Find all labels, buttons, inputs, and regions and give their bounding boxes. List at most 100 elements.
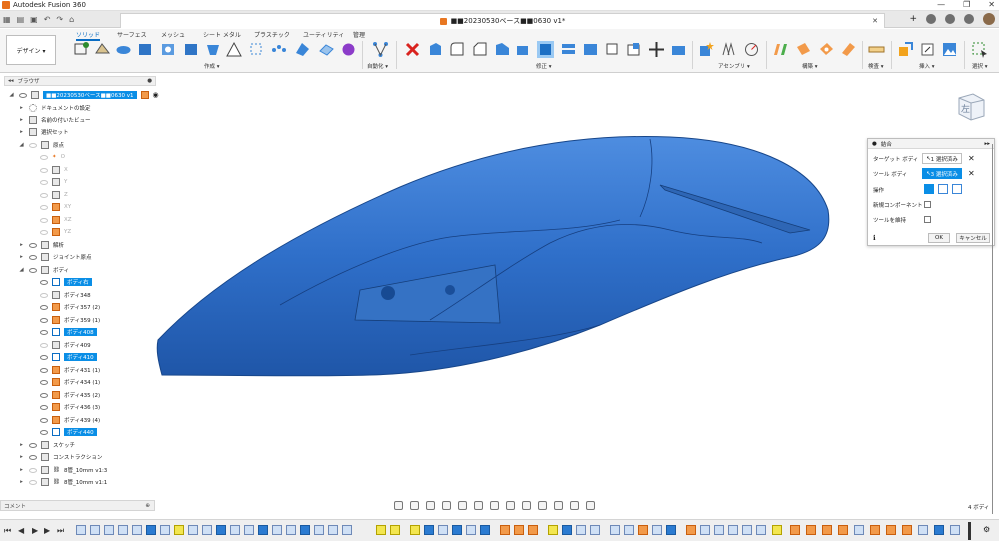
fillet-icon[interactable]: [449, 41, 466, 58]
visibility-eye-icon[interactable]: [40, 279, 48, 285]
keep-tools-checkbox[interactable]: [924, 216, 931, 223]
tool-body-selector[interactable]: ↖ 3 選択済み: [922, 168, 962, 179]
split-face-icon[interactable]: [582, 41, 599, 58]
effects-icon[interactable]: [570, 501, 579, 510]
visibility-eye-icon[interactable]: [40, 317, 48, 323]
box-icon[interactable]: [205, 41, 222, 58]
tab-mesh[interactable]: メッシュ: [161, 30, 185, 39]
vertical-scrollbar[interactable]: [990, 144, 995, 514]
move-copy-icon[interactable]: [648, 41, 665, 58]
group-insert[interactable]: 挿入 ▾: [919, 62, 935, 70]
visibility-eye-icon[interactable]: [40, 192, 48, 198]
timeline-feature[interactable]: [300, 525, 310, 535]
pcb-icon[interactable]: [340, 41, 357, 58]
visibility-eye-icon[interactable]: [40, 167, 48, 173]
timeline-feature[interactable]: [174, 525, 184, 535]
group-inspect[interactable]: 検査 ▾: [868, 62, 884, 70]
pin-icon[interactable]: ●: [147, 78, 152, 84]
timeline-marker[interactable]: [968, 522, 971, 540]
extrude-icon[interactable]: [115, 41, 132, 58]
timeline-forward-icon[interactable]: ▶: [44, 526, 50, 535]
cut-operation-icon[interactable]: [938, 184, 948, 194]
timeline-feature[interactable]: [500, 525, 510, 535]
group-automate[interactable]: 自動化 ▾: [367, 62, 388, 70]
offset-face-icon[interactable]: [626, 41, 643, 58]
group-select[interactable]: 選択 ▾: [972, 62, 988, 70]
tree-item[interactable]: ボディ409: [40, 339, 91, 351]
section-analysis-icon[interactable]: [522, 501, 531, 510]
timeline-feature[interactable]: [118, 525, 128, 535]
document-tab[interactable]: ■■20230530ベース■■0630 v1* ✕: [120, 13, 885, 28]
fit-icon[interactable]: [458, 501, 467, 510]
new-sketch-icon[interactable]: [73, 41, 90, 58]
tree-item[interactable]: ボディ357 (2): [40, 301, 100, 313]
timeline-feature[interactable]: [576, 525, 586, 535]
timeline-feature[interactable]: [188, 525, 198, 535]
visibility-eye-icon[interactable]: [29, 254, 37, 260]
visibility-eye-icon[interactable]: [40, 417, 48, 423]
timeline-feature[interactable]: [328, 525, 338, 535]
notifications-icon[interactable]: [945, 14, 955, 24]
timeline-back-icon[interactable]: ◀: [18, 526, 24, 535]
tree-item[interactable]: ボディ右: [40, 276, 92, 288]
join-operation-icon[interactable]: [924, 184, 934, 194]
visibility-eye-icon[interactable]: [29, 242, 37, 248]
tree-item[interactable]: ボディ410: [40, 351, 97, 363]
create-base-feature-icon[interactable]: [318, 41, 335, 58]
tree-item[interactable]: ボディ348: [40, 289, 91, 301]
timeline-feature[interactable]: [528, 525, 538, 535]
timeline-feature[interactable]: [76, 525, 86, 535]
comments-toggle-icon[interactable]: ⊕: [145, 503, 150, 509]
tree-item[interactable]: ボディ435 (2): [40, 389, 100, 401]
tree-item[interactable]: Z: [40, 189, 68, 201]
tree-item[interactable]: ◢ ボディ: [18, 264, 69, 276]
timeline-feature[interactable]: [772, 525, 782, 535]
visibility-eye-icon[interactable]: [29, 479, 37, 485]
visibility-eye-icon[interactable]: [29, 467, 37, 473]
tree-item[interactable]: ボディ408: [40, 326, 97, 338]
visibility-eye-icon[interactable]: [40, 342, 48, 348]
visibility-eye-icon[interactable]: [29, 142, 37, 148]
clear-target-icon[interactable]: ✕: [968, 154, 975, 163]
visibility-eye-icon[interactable]: [29, 267, 37, 273]
visibility-eye-icon[interactable]: [40, 367, 48, 373]
tree-item[interactable]: ▸ 選択セット: [18, 126, 69, 138]
viewports-icon[interactable]: [506, 501, 515, 510]
timeline-feature[interactable]: [610, 525, 620, 535]
shell-icon[interactable]: [494, 41, 511, 58]
timeline-settings-icon[interactable]: ⚙: [983, 525, 990, 534]
user-avatar[interactable]: [983, 13, 995, 25]
tab-plastic[interactable]: プラスチック: [254, 30, 290, 39]
tab-utilities[interactable]: ユーティリティ: [303, 30, 344, 39]
delete-icon[interactable]: [404, 41, 421, 58]
hole-icon[interactable]: [160, 41, 177, 58]
job-status-icon[interactable]: [926, 14, 936, 24]
tree-item[interactable]: ボディ440: [40, 426, 97, 438]
motion-icon[interactable]: [743, 41, 760, 58]
split-body-icon[interactable]: [560, 41, 577, 58]
timeline-feature[interactable]: [870, 525, 880, 535]
environment-icon[interactable]: [554, 501, 563, 510]
save-icon[interactable]: ▣: [30, 15, 38, 24]
visibility-eye-icon[interactable]: [40, 204, 48, 210]
measure-icon[interactable]: [868, 41, 885, 58]
new-component-icon[interactable]: [698, 41, 715, 58]
timeline-feature[interactable]: [216, 525, 226, 535]
timeline-feature[interactable]: [638, 525, 648, 535]
help-icon[interactable]: [964, 14, 974, 24]
press-pull-icon[interactable]: [427, 41, 444, 58]
home-icon[interactable]: ⌂: [69, 15, 74, 24]
tab-surface[interactable]: サーフェス: [117, 30, 147, 39]
timeline-feature[interactable]: [742, 525, 752, 535]
draft-icon[interactable]: [515, 41, 532, 58]
look-at-icon[interactable]: [410, 501, 419, 510]
timeline-feature[interactable]: [624, 525, 634, 535]
intersect-operation-icon[interactable]: [952, 184, 962, 194]
timeline-feature[interactable]: [838, 525, 848, 535]
tree-item[interactable]: ▸ ジョイント原点: [18, 251, 92, 263]
chamfer-icon[interactable]: [472, 41, 489, 58]
timeline-feature[interactable]: [714, 525, 724, 535]
timeline-feature[interactable]: [90, 525, 100, 535]
plane-at-angle-icon[interactable]: [795, 41, 812, 58]
group-create[interactable]: 作成 ▾: [204, 62, 220, 70]
